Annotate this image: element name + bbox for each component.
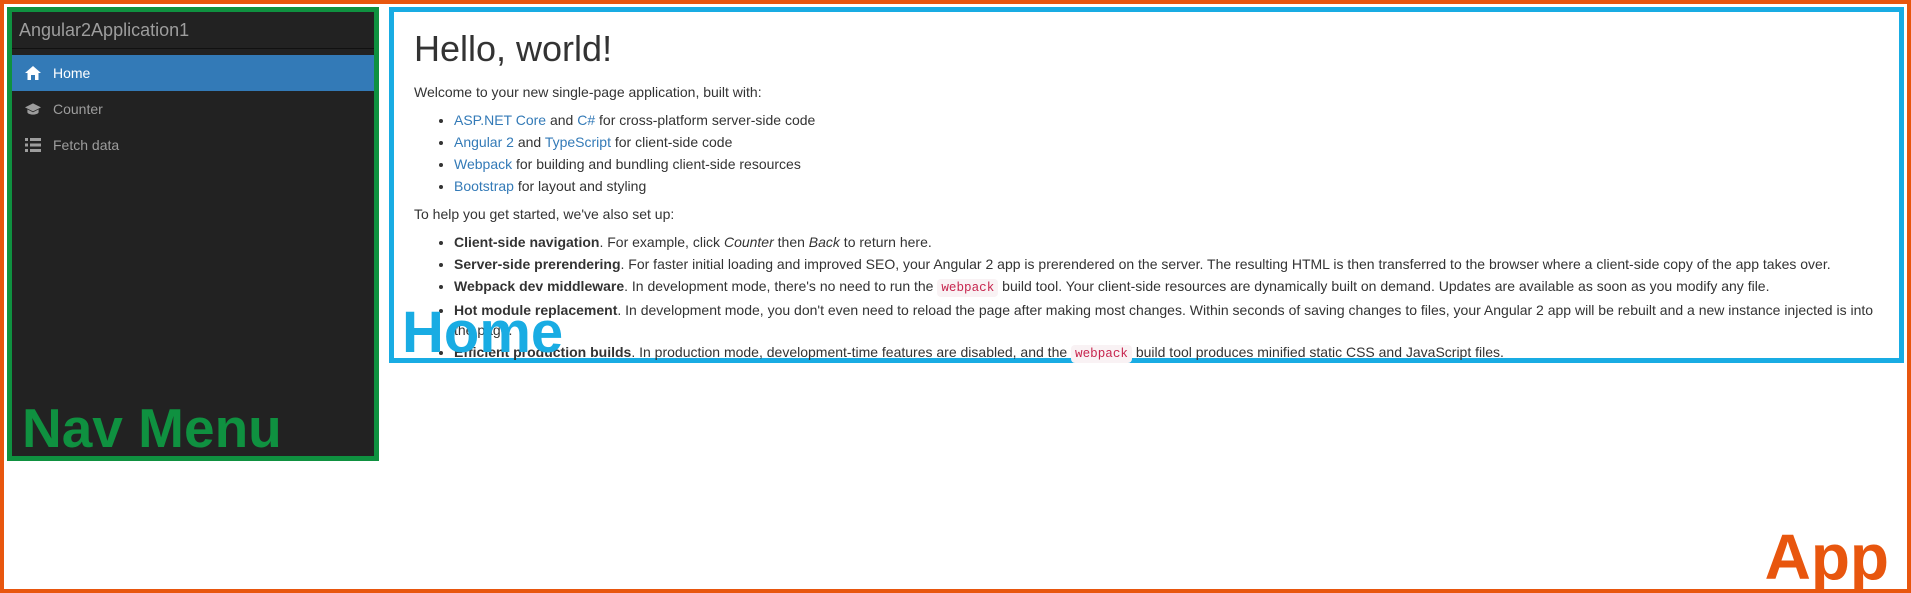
app-container: Angular2Application1 Home Counter [0,0,1911,593]
list-item: Webpack dev middleware. In development m… [454,276,1879,298]
nav-item-counter[interactable]: Counter [12,91,374,127]
nav-item-label: Home [53,65,90,81]
link-aspnet[interactable]: ASP.NET Core [454,112,546,128]
navbar-header: Angular2Application1 [12,12,374,49]
list-item: Client-side navigation. For example, cli… [454,232,1879,252]
list-icon [25,138,41,152]
nav-item-label: Counter [53,101,103,117]
features-list: Client-side navigation. For example, cli… [414,232,1879,364]
annotation-nav-menu: Nav Menu [22,401,282,456]
nav-item-label: Fetch data [53,137,119,153]
annotation-app: App [1765,525,1889,589]
intro-text: Welcome to your new single-page applicat… [414,84,1879,100]
list-item: Webpack for building and bundling client… [454,154,1879,174]
link-angular[interactable]: Angular 2 [454,134,514,150]
page-title: Hello, world! [414,28,1879,70]
main-content: Hello, world! Welcome to your new single… [394,12,1899,364]
home-container: Hello, world! Welcome to your new single… [389,7,1904,363]
link-webpack[interactable]: Webpack [454,156,512,172]
link-typescript[interactable]: TypeScript [545,134,611,150]
home-icon [25,66,41,80]
tech-list: ASP.NET Core and C# for cross-platform s… [414,110,1879,196]
sidebar: Angular2Application1 Home Counter [12,12,374,456]
list-item: Efficient production builds. In producti… [454,342,1879,364]
nav-list: Home Counter Fetch data [12,55,374,163]
list-item: Hot module replacement. In development m… [454,300,1879,340]
code-webpack: webpack [1071,345,1132,363]
nav-menu-container: Angular2Application1 Home Counter [7,7,379,461]
link-bootstrap[interactable]: Bootstrap [454,178,514,194]
list-item: Server-side prerendering. For faster ini… [454,254,1879,274]
annotation-home: Home [402,304,563,362]
app-brand[interactable]: Angular2Application1 [19,20,189,40]
graduation-cap-icon [25,102,41,116]
link-csharp[interactable]: C# [577,112,595,128]
nav-item-fetch-data[interactable]: Fetch data [12,127,374,163]
list-item: Bootstrap for layout and styling [454,176,1879,196]
nav-item-home[interactable]: Home [12,55,374,91]
list-item: ASP.NET Core and C# for cross-platform s… [454,110,1879,130]
list-item: Angular 2 and TypeScript for client-side… [454,132,1879,152]
code-webpack: webpack [937,279,998,297]
setup-intro-text: To help you get started, we've also set … [414,206,1879,222]
